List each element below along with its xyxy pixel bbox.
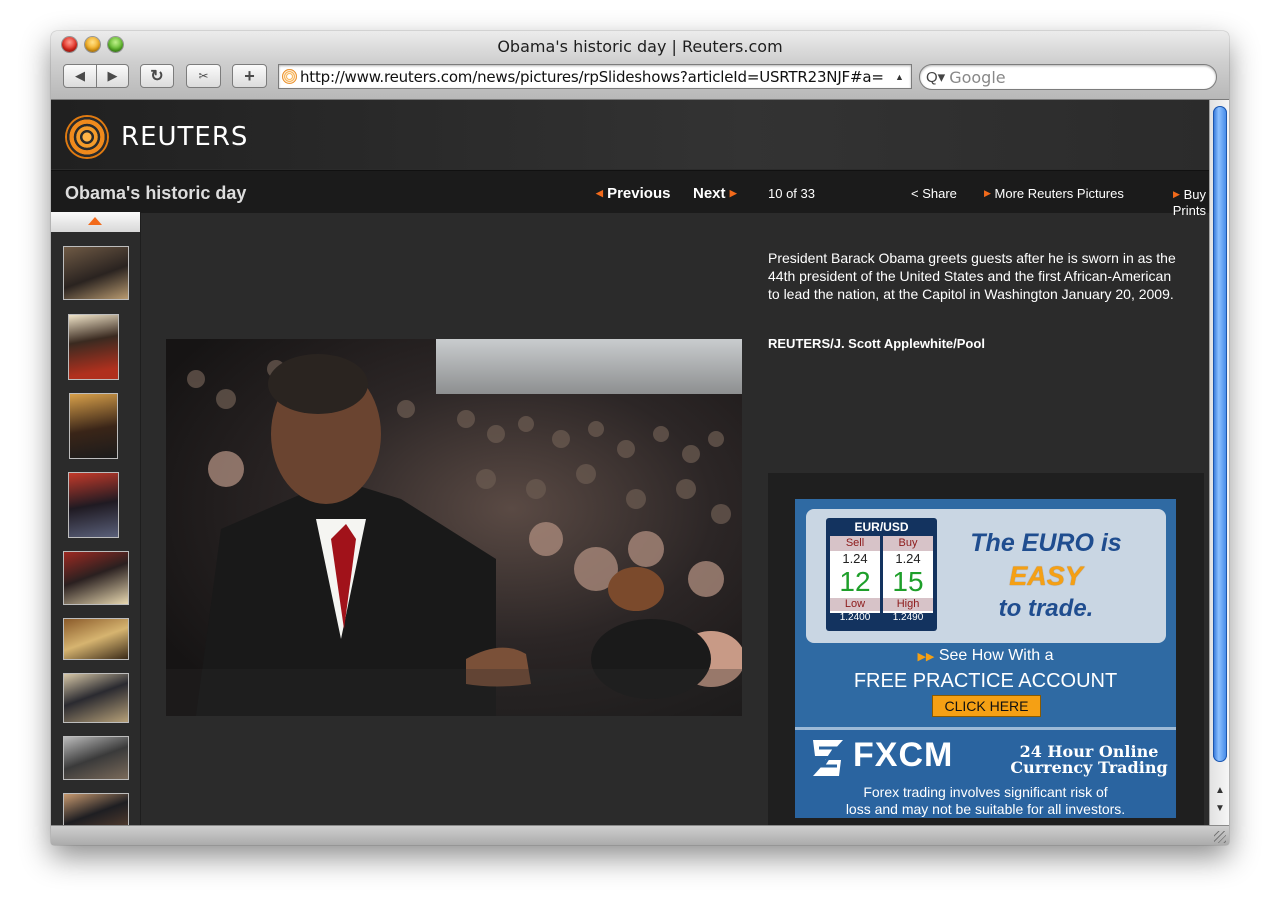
currency-quote-box: EUR/USD Sell Buy 1.24 12 1.24 15 Low Hig…	[826, 518, 937, 631]
ad-tagline: 24 Hour Online Currency Trading	[1009, 744, 1169, 776]
previous-link[interactable]: ◀ Previous	[596, 185, 670, 202]
right-triangle-icon: ▶	[729, 188, 737, 198]
url-scroll-icon: ▲	[895, 71, 904, 82]
thumbnail-8[interactable]	[63, 736, 129, 780]
title-bar: Obama's historic day | Reuters.com ◀ ▶ ↻…	[51, 31, 1229, 100]
reload-icon: ↻	[150, 68, 164, 85]
search-icon[interactable]: Q▾	[926, 68, 945, 86]
forward-button[interactable]: ▶	[96, 64, 129, 88]
add-bookmark-button[interactable]: +	[232, 64, 267, 88]
buy-prints-link[interactable]: ▶ Buy Prints	[1146, 186, 1206, 219]
search-placeholder: Google	[949, 67, 1006, 87]
back-icon: ◀	[75, 68, 85, 83]
sell-label: Sell	[830, 536, 880, 551]
scroll-up-arrow-icon[interactable]: ▲	[1210, 782, 1229, 799]
right-triangle-icon: ▶	[984, 188, 991, 198]
buy-price-small: 1.24	[895, 551, 921, 566]
fxcm-ad-banner[interactable]: EUR/USD Sell Buy 1.24 12 1.24 15 Low Hig…	[795, 499, 1176, 818]
thumbnail-1[interactable]	[63, 246, 129, 300]
plus-icon: +	[244, 65, 255, 86]
scroll-down-arrow-icon[interactable]: ▼	[1210, 800, 1229, 817]
ad-headline-3: to trade.	[998, 595, 1094, 622]
high-value: 1.2490	[892, 612, 924, 623]
fxcm-brand: FXCM	[853, 736, 954, 774]
ad-tagline-2: Currency Trading	[1010, 758, 1168, 777]
reload-button[interactable]: ↻	[140, 64, 174, 88]
reuters-logo-icon[interactable]	[65, 115, 109, 159]
ad-see-how-text: See How With a	[938, 647, 1054, 664]
photo-credit: REUTERS/J. Scott Applewhite/Pool	[768, 336, 985, 351]
click-here-button[interactable]: CLICK HERE	[932, 695, 1041, 717]
ad-risk-disclaimer: Forex trading involves significant risk …	[795, 784, 1176, 818]
scrollbar-thumb[interactable]	[1213, 106, 1227, 762]
thumbnail-7[interactable]	[63, 673, 129, 723]
photo-image	[166, 339, 742, 716]
sell-price-small: 1.24	[842, 551, 868, 566]
share-icon: <	[911, 186, 919, 201]
fxcm-logo-icon	[813, 740, 843, 776]
thumbnail-3[interactable]	[69, 393, 118, 459]
buy-label: Buy	[883, 536, 933, 551]
buy-price-big: 15	[892, 566, 924, 597]
address-bar[interactable]: http://www.reuters.com/news/pictures/rpS…	[278, 64, 912, 89]
snapback-icon: ✂	[198, 69, 209, 83]
window-title: Obama's historic day | Reuters.com	[497, 37, 783, 56]
thumbnail-2[interactable]	[68, 314, 119, 380]
site-logo-text[interactable]: REUTERS	[121, 122, 248, 152]
high-label: High	[883, 598, 933, 611]
ad-risk-1: Forex trading involves significant risk …	[863, 784, 1108, 800]
thumbnail-scroll-up-button[interactable]	[51, 212, 140, 232]
more-pictures-label: More Reuters Pictures	[994, 186, 1124, 201]
ad-headline-1: The EURO is	[970, 529, 1122, 557]
ad-headline-2: EASY	[1009, 561, 1083, 591]
right-triangle-icon: ▶	[1173, 189, 1180, 199]
ad-risk-2: loss and may not be suitable for all inv…	[845, 801, 1126, 817]
site-favicon-icon	[282, 69, 297, 84]
share-link[interactable]: < Share	[911, 186, 957, 201]
next-label: Next	[693, 185, 726, 202]
snapback-button[interactable]: ✂	[186, 64, 221, 88]
currency-pair: EUR/USD	[854, 520, 909, 534]
forward-icon: ▶	[107, 68, 118, 83]
page-content: REUTERS Obama's historic day ◀ Previous …	[51, 100, 1209, 825]
low-label: Low	[830, 598, 880, 611]
low-value: 1.2400	[839, 612, 871, 623]
slideshow-photo[interactable]	[166, 339, 742, 716]
vertical-scrollbar[interactable]: ▲ ▼	[1209, 100, 1229, 825]
thumbnail-6[interactable]	[63, 618, 129, 660]
left-triangle-icon: ◀	[596, 188, 603, 198]
slideshow-nav-bar: Obama's historic day ◀ Previous Next ▶ 1…	[51, 170, 1209, 218]
resize-grip-icon[interactable]	[1214, 831, 1226, 843]
slide-counter: 10 of 33	[768, 186, 815, 201]
up-arrow-icon	[88, 217, 102, 225]
double-arrow-icon: ▶▶	[917, 651, 935, 663]
thumbnail-4[interactable]	[68, 472, 119, 538]
status-bar	[51, 825, 1229, 845]
share-label: Share	[922, 186, 957, 201]
browser-window: Obama's historic day | Reuters.com ◀ ▶ ↻…	[51, 31, 1229, 845]
next-link[interactable]: Next ▶	[693, 185, 737, 202]
thumbnail-strip	[51, 212, 141, 825]
url-text[interactable]: http://www.reuters.com/news/pictures/rpS…	[300, 68, 893, 86]
site-header: REUTERS	[51, 100, 1209, 169]
ad-free-account: FREE PRACTICE ACCOUNT	[853, 670, 1118, 692]
previous-label: Previous	[607, 185, 671, 202]
thumbnail-5[interactable]	[63, 551, 129, 605]
sell-price-big: 12	[839, 566, 871, 597]
slideshow-title: Obama's historic day	[65, 183, 247, 203]
back-button[interactable]: ◀	[63, 64, 97, 88]
ad-top-panel: EUR/USD Sell Buy 1.24 12 1.24 15 Low Hig…	[806, 509, 1166, 643]
more-pictures-link[interactable]: ▶ More Reuters Pictures	[984, 186, 1124, 201]
search-field[interactable]: Q▾ Google	[919, 64, 1217, 90]
thumbnail-9[interactable]	[63, 793, 129, 825]
ad-bottom-panel: FXCM 24 Hour Online Currency Trading Fore…	[795, 727, 1176, 818]
ad-see-how: ▶▶ See How With a	[795, 647, 1176, 665]
photo-caption: President Barack Obama greets guests aft…	[768, 250, 1176, 302]
